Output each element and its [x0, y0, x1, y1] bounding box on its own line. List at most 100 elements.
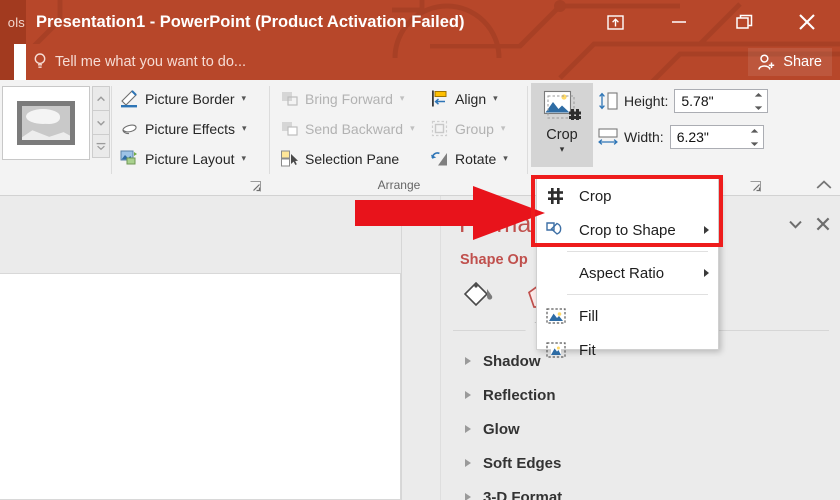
pane-section-3d-format[interactable]: 3-D Format: [465, 480, 825, 500]
menu-item-fit[interactable]: Fit: [537, 333, 718, 367]
pane-section-reflection[interactable]: Reflection: [465, 378, 825, 412]
menu-item-crop-to-shape[interactable]: Crop to Shape: [537, 213, 718, 247]
group-button[interactable]: Group ▾: [428, 116, 505, 141]
picture-layout-icon: [120, 149, 139, 168]
spinner-up-icon[interactable]: [754, 92, 763, 98]
window-title: Presentation1 - PowerPoint (Product Acti…: [36, 13, 465, 31]
dialog-launcher-icon: [250, 180, 261, 191]
menu-item-label: Crop: [579, 187, 612, 205]
ribbon-display-options-button[interactable]: [598, 8, 632, 36]
shape-width-input[interactable]: 6.23": [669, 125, 764, 149]
shape-options-tab[interactable]: Shape Op: [460, 252, 528, 268]
gallery-scroll-down-button[interactable]: [92, 110, 110, 134]
crop-fill-icon: [545, 306, 567, 326]
crop-dropdown-caret[interactable]: ▾: [560, 145, 565, 154]
shape-width-value: 6.23": [676, 129, 709, 145]
expand-triangle-icon: [465, 391, 471, 399]
gallery-more-button[interactable]: [92, 134, 110, 158]
selection-pane-button[interactable]: Selection Pane: [278, 146, 399, 171]
submenu-arrow-icon: [704, 269, 709, 277]
pane-section-list: Shadow Reflection Glow Soft Edges 3-D Fo…: [465, 344, 825, 500]
align-button[interactable]: Align ▾: [428, 86, 498, 111]
submenu-arrow-icon: [704, 226, 709, 234]
pane-section-glow[interactable]: Glow: [465, 412, 825, 446]
expand-triangle-icon: [465, 357, 471, 365]
spinner-down-icon[interactable]: [750, 141, 759, 147]
shape-height-value: 5.78": [681, 93, 714, 109]
group-icon: [430, 119, 449, 138]
crop-fit-icon: [545, 340, 567, 360]
powerpoint-window: ols Presentation1 - PowerPoint (Product …: [0, 0, 840, 500]
more-icon: [96, 142, 106, 150]
menu-item-fill[interactable]: Fill: [537, 299, 718, 333]
minimize-icon: [672, 21, 686, 23]
picture-tools-tab-stub[interactable]: ols: [0, 0, 26, 44]
crop-button-label: Crop: [546, 127, 578, 143]
crop-to-shape-icon: [545, 220, 567, 240]
spinner-down-icon[interactable]: [754, 105, 763, 111]
title-bar: ols Presentation1 - PowerPoint (Product …: [0, 0, 840, 44]
rotate-icon: [430, 149, 449, 168]
aspect-ratio-icon: [545, 263, 567, 283]
selection-pane-icon: [280, 149, 299, 168]
restore-button[interactable]: [728, 8, 762, 36]
tell-me-search[interactable]: Tell me what you want to do...: [34, 44, 246, 80]
shape-height-field[interactable]: Height: 5.78": [598, 88, 769, 114]
chevron-up-icon: [97, 95, 105, 101]
picture-effects-label: Picture Effects: [145, 120, 236, 137]
expand-triangle-icon: [465, 459, 471, 467]
ribbon-group-picture-styles: Picture Border ▾ Picture Effects ▾ Pictu…: [112, 80, 270, 196]
pane-close-button[interactable]: [813, 214, 833, 234]
chevron-down-icon: ▾: [241, 153, 247, 163]
picture-effects-button[interactable]: Picture Effects ▾: [118, 116, 247, 141]
expand-triangle-icon: [465, 425, 471, 433]
crop-button[interactable]: Crop ▾: [531, 83, 593, 167]
share-button[interactable]: Share: [748, 48, 832, 76]
picture-styles-dialog-launcher[interactable]: [248, 179, 262, 193]
pane-options-button[interactable]: [785, 214, 805, 234]
share-label: Share: [783, 54, 822, 70]
close-icon: [799, 14, 815, 30]
pane-section-label: Shadow: [483, 352, 541, 370]
pane-section-soft-edges[interactable]: Soft Edges: [465, 446, 825, 480]
collapse-ribbon-button[interactable]: [815, 176, 833, 194]
shape-height-input[interactable]: 5.78": [674, 89, 769, 113]
picture-layout-button[interactable]: Picture Layout ▾: [118, 146, 246, 171]
picture-styles-gallery[interactable]: [2, 86, 90, 160]
expand-triangle-icon: [465, 493, 471, 500]
chevron-down-icon: ▾: [242, 123, 247, 133]
menu-item-label: Aspect Ratio: [579, 264, 665, 282]
picture-border-icon: [120, 89, 139, 108]
minimize-button[interactable]: [662, 8, 696, 36]
picture-border-button[interactable]: Picture Border ▾: [118, 86, 246, 111]
menu-item-crop[interactable]: Crop: [537, 179, 718, 213]
menu-separator: [567, 251, 708, 252]
person-add-icon: [758, 53, 775, 70]
picture-style-thumbnail[interactable]: [17, 101, 75, 145]
crop-icon: [545, 186, 567, 206]
slide-canvas[interactable]: [0, 273, 401, 500]
spinner-up-icon[interactable]: [750, 128, 759, 134]
size-dialog-launcher[interactable]: [748, 179, 762, 193]
shape-height-stepper[interactable]: [754, 92, 763, 111]
send-backward-label: Send Backward: [305, 120, 404, 137]
bring-forward-button[interactable]: Bring Forward ▾: [278, 86, 404, 111]
shape-width-field[interactable]: Width: 6.23": [598, 124, 764, 150]
close-button[interactable]: [790, 8, 824, 36]
canvas-divider: [401, 216, 402, 500]
pane-section-label: 3-D Format: [483, 488, 563, 500]
shape-width-stepper[interactable]: [750, 128, 759, 147]
shape-height-label: Height:: [624, 93, 669, 109]
chevron-down-icon: [97, 120, 105, 126]
gallery-scroll-up-button[interactable]: [92, 86, 110, 110]
fill-and-line-icon[interactable]: [463, 280, 497, 317]
tell-me-bar: Tell me what you want to do... Share: [0, 44, 840, 80]
selection-pane-label: Selection Pane: [305, 150, 400, 167]
group-label: Group: [455, 120, 494, 137]
menu-item-label: Fill: [579, 307, 599, 325]
rotate-button[interactable]: Rotate ▾: [428, 146, 508, 171]
pane-section-label: Soft Edges: [483, 454, 562, 472]
send-backward-button[interactable]: Send Backward ▾: [278, 116, 415, 141]
menu-item-aspect-ratio[interactable]: Aspect Ratio: [537, 256, 718, 290]
chevron-down-icon: ▾: [493, 93, 498, 103]
